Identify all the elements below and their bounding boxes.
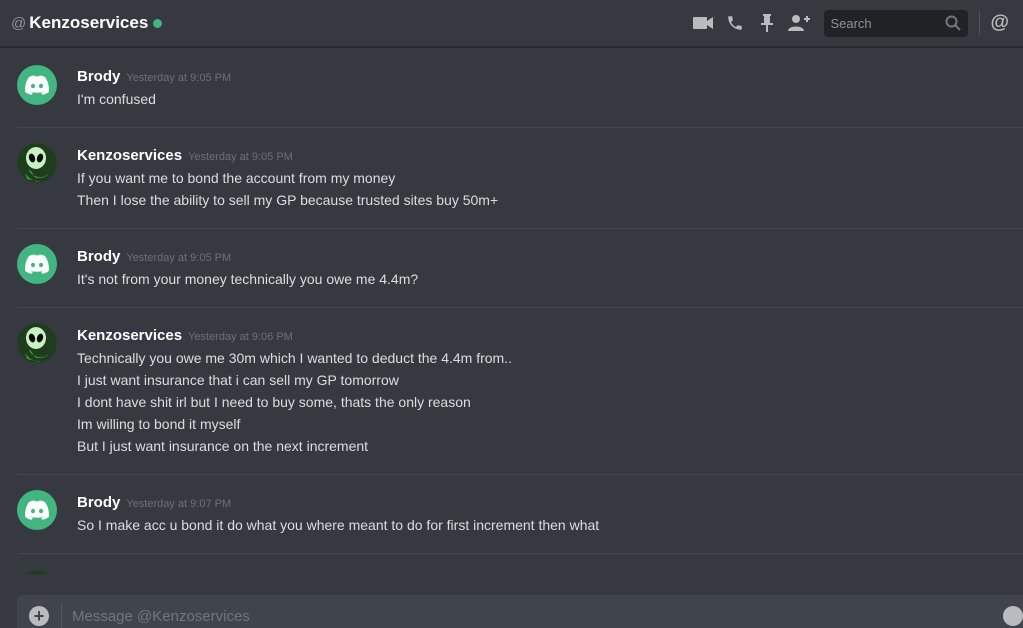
- discord-logo-icon: [25, 254, 49, 274]
- author-name[interactable]: Brody: [77, 248, 120, 265]
- discord-logo-icon: [25, 500, 49, 520]
- message-line: Then I lose the ability to sell my GP be…: [77, 192, 499, 208]
- message-header: Kenzoservices Yesterday at 9:06 PM: [77, 327, 293, 344]
- header-toolbar: @: [692, 0, 1023, 46]
- channel-header: @ Kenzoservices @: [0, 0, 1023, 47]
- discord-logo-icon: [25, 75, 49, 95]
- channel-title: Kenzoservices: [29, 13, 149, 32]
- message-header: Brody Yesterday at 9:05 PM: [77, 248, 231, 265]
- message-line: It's not from your money technically you…: [77, 271, 419, 287]
- message-list[interactable]: Brody Yesterday at 9:05 PM I'm confused K…: [0, 48, 1023, 574]
- message-line: So I make acc u bond it do what you wher…: [77, 517, 600, 533]
- message-divider: [17, 127, 1023, 128]
- message-line: I just want insurance that i can sell my…: [77, 372, 399, 388]
- message-divider: [17, 553, 1023, 554]
- message-header: Brody Yesterday at 9:07 PM: [77, 494, 231, 511]
- emoji-icon[interactable]: [1003, 606, 1023, 626]
- avatar[interactable]: [17, 490, 57, 530]
- message-line: Technically you owe me 30m which I wante…: [77, 350, 512, 366]
- message-line: I'm confused: [77, 91, 156, 107]
- add-friend-icon[interactable]: [788, 12, 811, 34]
- header-separator: [979, 11, 981, 35]
- message-timestamp: Yesterday at 9:05 PM: [188, 151, 293, 163]
- message-divider: [17, 474, 1023, 475]
- alien-avatar-icon: [17, 323, 57, 363]
- message-divider: [17, 307, 1023, 308]
- avatar[interactable]: [17, 143, 57, 183]
- message-line: I dont have shit irl but I need to buy s…: [77, 394, 471, 410]
- online-status-indicator: [153, 19, 163, 28]
- author-name[interactable]: Kenzoservices: [77, 147, 182, 164]
- composer-area: +: [0, 574, 1023, 628]
- message-input[interactable]: [72, 604, 972, 628]
- message-line: But I just want insurance on the next in…: [77, 438, 369, 454]
- alien-avatar-icon: [17, 143, 57, 183]
- message-line: Im willing to bond it myself: [77, 416, 241, 432]
- dm-at-symbol: @: [11, 14, 27, 32]
- upload-plus-icon[interactable]: +: [29, 606, 49, 626]
- magnifier-icon[interactable]: [945, 15, 962, 36]
- author-name[interactable]: Kenzoservices: [77, 327, 182, 344]
- video-camera-icon[interactable]: [692, 12, 714, 34]
- pin-icon[interactable]: [756, 12, 778, 34]
- message-composer[interactable]: +: [17, 595, 1023, 628]
- composer-separator: [61, 603, 62, 628]
- author-name[interactable]: Brody: [77, 494, 120, 511]
- mentions-icon[interactable]: @: [990, 12, 1009, 34]
- message-line: If you want me to bond the account from …: [77, 170, 396, 186]
- message-timestamp: Yesterday at 9:05 PM: [126, 252, 232, 264]
- author-name[interactable]: Brody: [77, 68, 120, 85]
- message-divider: [17, 228, 1023, 229]
- avatar[interactable]: [17, 244, 57, 284]
- message-timestamp: Yesterday at 9:06 PM: [188, 331, 293, 343]
- phone-icon[interactable]: [724, 12, 746, 34]
- avatar[interactable]: [17, 323, 57, 363]
- search-box[interactable]: [824, 9, 969, 37]
- message-header: Brody Yesterday at 9:05 PM: [77, 68, 231, 85]
- avatar[interactable]: [17, 65, 57, 105]
- message-header: Kenzoservices Yesterday at 9:05 PM: [77, 147, 293, 164]
- message-timestamp: Yesterday at 9:07 PM: [126, 498, 232, 510]
- message-timestamp: Yesterday at 9:05 PM: [126, 72, 232, 84]
